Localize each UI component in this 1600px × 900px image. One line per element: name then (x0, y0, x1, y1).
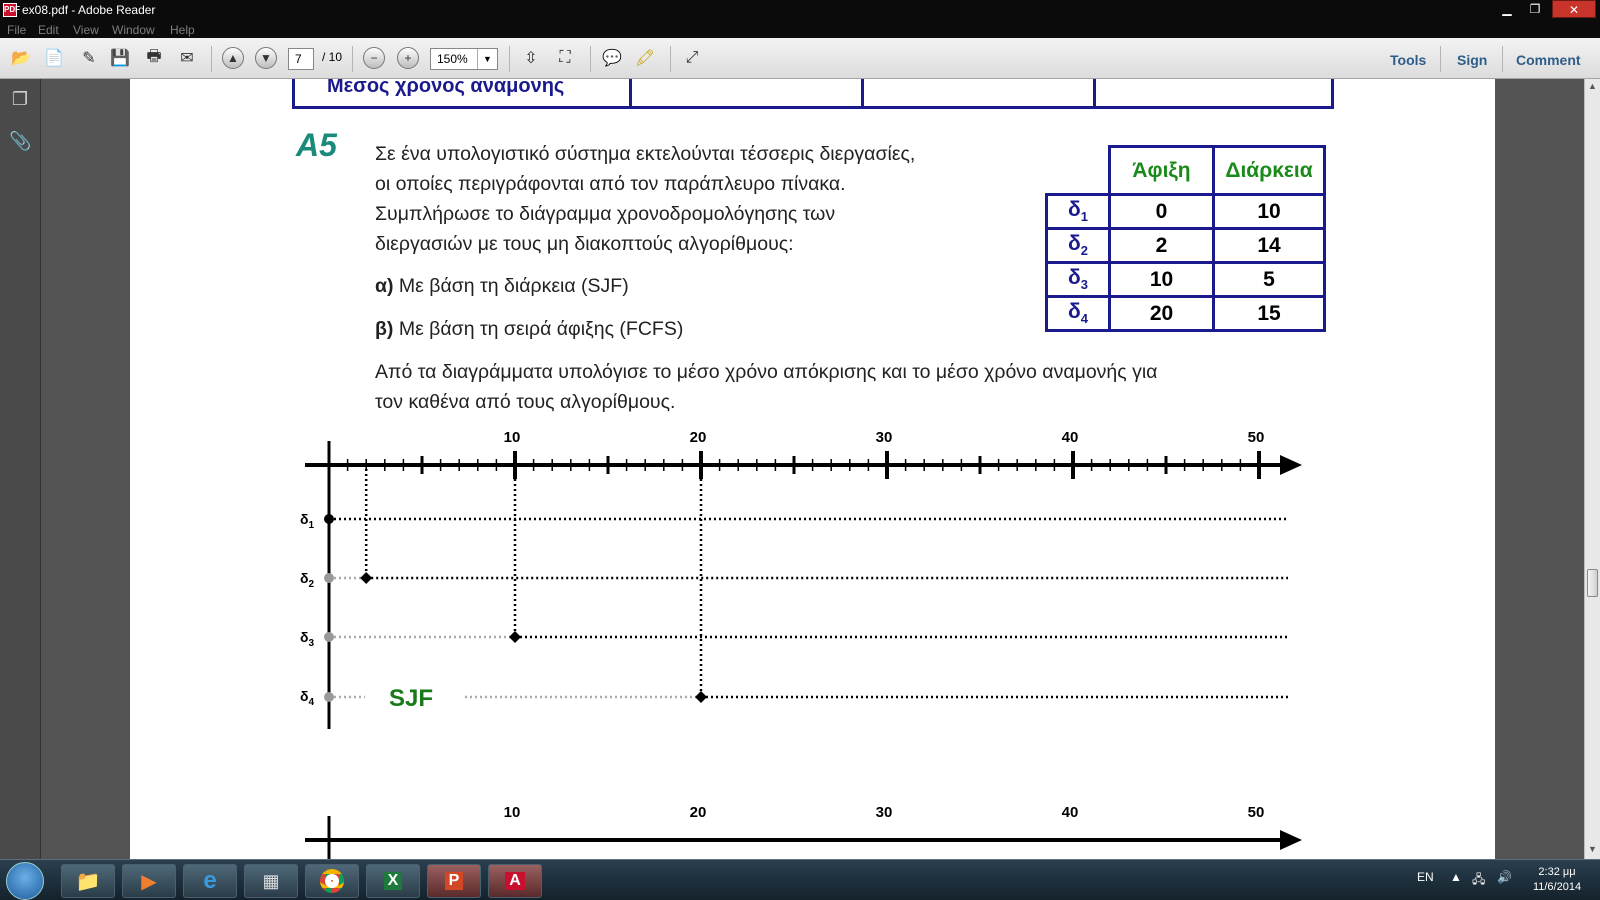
clock[interactable]: 2:32 μμ 11/6/2014 (1522, 865, 1592, 895)
print-icon[interactable]: 🖶 (142, 46, 166, 70)
start-button[interactable] (6, 862, 44, 900)
menu-help[interactable]: Help (170, 23, 195, 37)
tools-button[interactable]: Tools (1390, 52, 1426, 68)
tick-label: 20 (690, 804, 707, 821)
toolbar-separator (670, 46, 671, 72)
save-icon[interactable]: 💾 (108, 46, 132, 70)
tick-label: 40 (1062, 429, 1079, 446)
clock-date: 11/6/2014 (1532, 881, 1582, 893)
minimize-button[interactable]: ▁ (1494, 0, 1520, 18)
tick-label: 40 (1062, 804, 1079, 821)
volume-icon[interactable]: 🔊 (1497, 870, 1512, 884)
zoom-out-icon[interactable]: − (363, 47, 385, 69)
process-row-label: δ3 (300, 629, 315, 649)
scrollbar-thumb[interactable] (1587, 569, 1598, 597)
menu-file[interactable]: File (7, 23, 26, 37)
title-bar: PDF ex08.pdf - Adobe Reader ▁ ❐ ✕ (0, 0, 1600, 20)
clock-time: 2:32 μμ (1538, 866, 1576, 878)
page-number-input[interactable]: 7 (288, 48, 314, 70)
tick-label: 50 (1248, 429, 1265, 446)
process-rows (324, 469, 1288, 703)
row-start-dot (324, 573, 334, 583)
language-indicator[interactable]: EN (1417, 870, 1434, 884)
adobe-reader-window: PDF ex08.pdf - Adobe Reader ▁ ❐ ✕ File E… (0, 0, 1600, 900)
excel-taskbar-icon[interactable]: X (366, 864, 420, 898)
open-icon[interactable]: 📂 (9, 46, 33, 70)
windows-taskbar: 📁 ▶ e ▦ X P A EN ▲ 🖧 🔊 2:32 μμ 11/6/2014 (0, 859, 1600, 900)
tick-label: 10 (504, 804, 521, 821)
toolbar-separator (590, 46, 591, 72)
fit-width-icon[interactable]: ⛶ (553, 46, 577, 70)
tick-label: 10 (504, 429, 521, 446)
sticky-note-icon[interactable]: 💬 (600, 46, 624, 70)
previous-page-icon[interactable]: ▲ (222, 47, 244, 69)
row-start-dot (324, 632, 334, 642)
vertical-scrollbar[interactable]: ▲ ▼ (1584, 79, 1600, 859)
tick-label: 50 (1248, 804, 1265, 821)
window-title: ex08.pdf - Adobe Reader (22, 3, 156, 17)
tick-label: 20 (690, 429, 707, 446)
media-player-taskbar-icon[interactable]: ▶ (122, 864, 176, 898)
pdf-page: Μεσος χρονος αναμονης Α5 Σε ένα υπολογισ… (130, 79, 1495, 859)
row-start-dot (324, 692, 334, 702)
attachments-icon[interactable]: 📎 (9, 131, 31, 153)
toolbar-separator (509, 46, 510, 72)
toolbar-separator (1440, 46, 1441, 72)
page-thumbnails-icon[interactable]: ❐ (9, 89, 31, 111)
menu-window[interactable]: Window (112, 23, 155, 37)
tick-label: 30 (876, 804, 893, 821)
page-total: / 10 (322, 50, 343, 64)
process-row-label: δ4 (300, 688, 315, 708)
chevron-down-icon[interactable]: ▼ (477, 49, 497, 69)
restore-button[interactable]: ❐ (1522, 0, 1548, 18)
menu-bar: File Edit View Window Help (0, 20, 1600, 38)
scroll-up-icon[interactable]: ▲ (1587, 81, 1598, 91)
internet-explorer-taskbar-icon[interactable]: e (183, 864, 237, 898)
adobe-reader-icon: PDF (3, 3, 20, 17)
second-time-axis: 10 20 30 40 50 (305, 804, 1302, 859)
chrome-taskbar-icon[interactable] (305, 864, 359, 898)
next-page-icon[interactable]: ▼ (255, 47, 277, 69)
scroll-down-icon[interactable]: ▼ (1587, 844, 1598, 854)
menu-edit[interactable]: Edit (38, 23, 59, 37)
edit-icon[interactable]: ✎ (77, 46, 101, 70)
arrival-marker (360, 572, 373, 584)
zoom-select[interactable]: 150% ▼ (430, 48, 498, 70)
axis-arrow (1280, 455, 1302, 475)
comment-button[interactable]: Comment (1516, 52, 1581, 68)
network-icon[interactable]: 🖧 (1472, 870, 1485, 891)
highlight-icon[interactable]: 🖍 (633, 46, 657, 70)
toolbar-separator (211, 46, 212, 72)
adobe-reader-taskbar-icon[interactable]: A (488, 864, 542, 898)
axis-arrow (1280, 830, 1302, 850)
tick-label: 30 (876, 429, 893, 446)
toolbar-separator (352, 46, 353, 72)
zoom-value: 150% (437, 52, 468, 66)
arrival-marker (509, 631, 521, 643)
process-row-label: δ1 (300, 511, 315, 531)
toolbar-separator (1502, 46, 1503, 72)
explorer-taskbar-icon[interactable]: 📁 (61, 864, 115, 898)
algorithm-label: SJF (389, 685, 433, 712)
process-row-label: δ2 (300, 570, 315, 590)
calculator-taskbar-icon[interactable]: ▦ (244, 864, 298, 898)
powerpoint-taskbar-icon[interactable]: P (427, 864, 481, 898)
toolbar: 📂 📄 ✎ 💾 🖶 ✉ ▲ ▼ 7 / 10 − + 150% ▼ ⇳ ⛶ 💬 … (0, 38, 1600, 79)
navigation-pane: ❐ 📎 (0, 79, 41, 859)
create-pdf-icon[interactable]: 📄 (42, 46, 66, 70)
full-screen-icon[interactable]: ⤢ (680, 46, 704, 70)
fit-page-icon[interactable]: ⇳ (519, 46, 543, 70)
menu-view[interactable]: View (73, 23, 99, 37)
close-button[interactable]: ✕ (1552, 0, 1596, 18)
gantt-diagram: 10 20 30 40 50 δ1 δ2 δ3 δ4 SJF 10 20 30 … (300, 429, 1302, 859)
sign-button[interactable]: Sign (1457, 52, 1487, 68)
zoom-in-icon[interactable]: + (397, 47, 419, 69)
email-icon[interactable]: ✉ (175, 46, 199, 70)
show-hidden-icons-icon[interactable]: ▲ (1450, 870, 1462, 884)
arrival-marker (695, 691, 707, 703)
